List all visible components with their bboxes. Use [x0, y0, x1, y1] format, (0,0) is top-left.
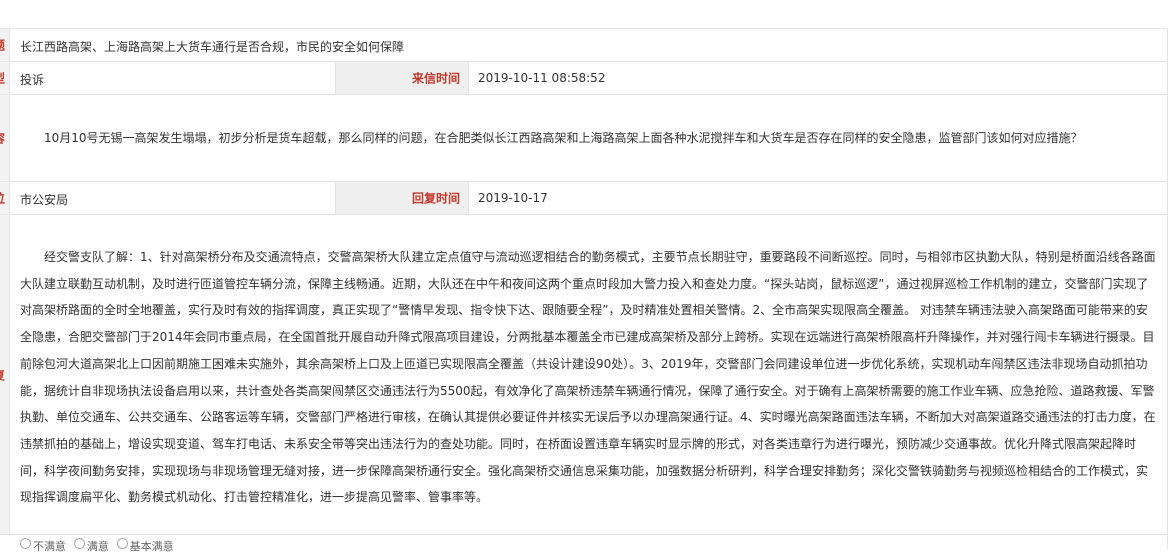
received-time-label: 来信时间: [411, 71, 460, 86]
reply-time-label: 回复时间: [411, 191, 460, 206]
rating-option-satisfied[interactable]: 满意: [73, 538, 113, 554]
letter-content: 10月10号无锡一高架发生塌塌，初步分析是货车超载，那么同样的问题，在合肥类似长…: [44, 131, 1083, 145]
unit-label-cell: 单位: [0, 182, 10, 214]
received-time: 2019-10-11 08:58:52: [478, 71, 606, 85]
type-label: 类型: [0, 70, 5, 87]
radio-circle-icon[interactable]: [20, 538, 31, 549]
unit-row: 单位 市公安局 回复时间 2019-10-17: [0, 182, 1167, 215]
rating-option-label: 基本满意: [129, 540, 174, 553]
unit-label: 单位: [0, 190, 5, 207]
reply-unit: 市公安局: [20, 193, 69, 207]
reply-label: 回复: [0, 366, 5, 383]
reply-label-cell: 回复: [0, 215, 10, 534]
radio-circle-icon[interactable]: [116, 538, 128, 549]
title-row: 标题 长江西路高架、上海路高架上大货车通行是否合规，市民的安全如何保障: [0, 29, 1167, 62]
rating-group: 不满意 满意 基本满意: [20, 538, 178, 553]
rating-option-label: 不满意: [33, 540, 66, 553]
radio-circle-icon[interactable]: [73, 538, 85, 549]
rating-option-unsatisfied[interactable]: 不满意: [20, 538, 70, 554]
type-label-cell: 类型: [0, 62, 10, 94]
type-row: 类型 投诉 来信时间 2019-10-11 08:58:52: [0, 62, 1167, 95]
reply-time: 2019-10-17: [478, 191, 548, 205]
letter-title: 长江西路高架、上海路高架上大货车通行是否合规，市民的安全如何保障: [20, 40, 405, 54]
rating-option-basically-satisfied[interactable]: 基本满意: [116, 538, 178, 554]
content-label: 内容: [0, 130, 5, 147]
reply-content: 经交警支队了解：1、针对高架桥分布及交通流特点，交警高架桥大队建立定点值守与流动…: [20, 250, 1156, 505]
content-label-cell: 内容: [0, 95, 10, 181]
received-time-label-cell: 来信时间: [335, 62, 469, 94]
reply-row: 回复 经交警支队了解：1、针对高架桥分布及交通流特点，交警高架桥大队建立定点值守…: [0, 215, 1167, 535]
title-label-cell: 标题: [0, 29, 10, 61]
content-row: 内容 10月10号无锡一高架发生塌塌，初步分析是货车超载，那么同样的问题，在合肥…: [0, 95, 1167, 182]
letter-type: 投诉: [20, 73, 45, 87]
title-label: 标题: [0, 37, 5, 54]
rating-option-label: 满意: [86, 540, 109, 553]
reply-time-label-cell: 回复时间: [335, 182, 469, 214]
